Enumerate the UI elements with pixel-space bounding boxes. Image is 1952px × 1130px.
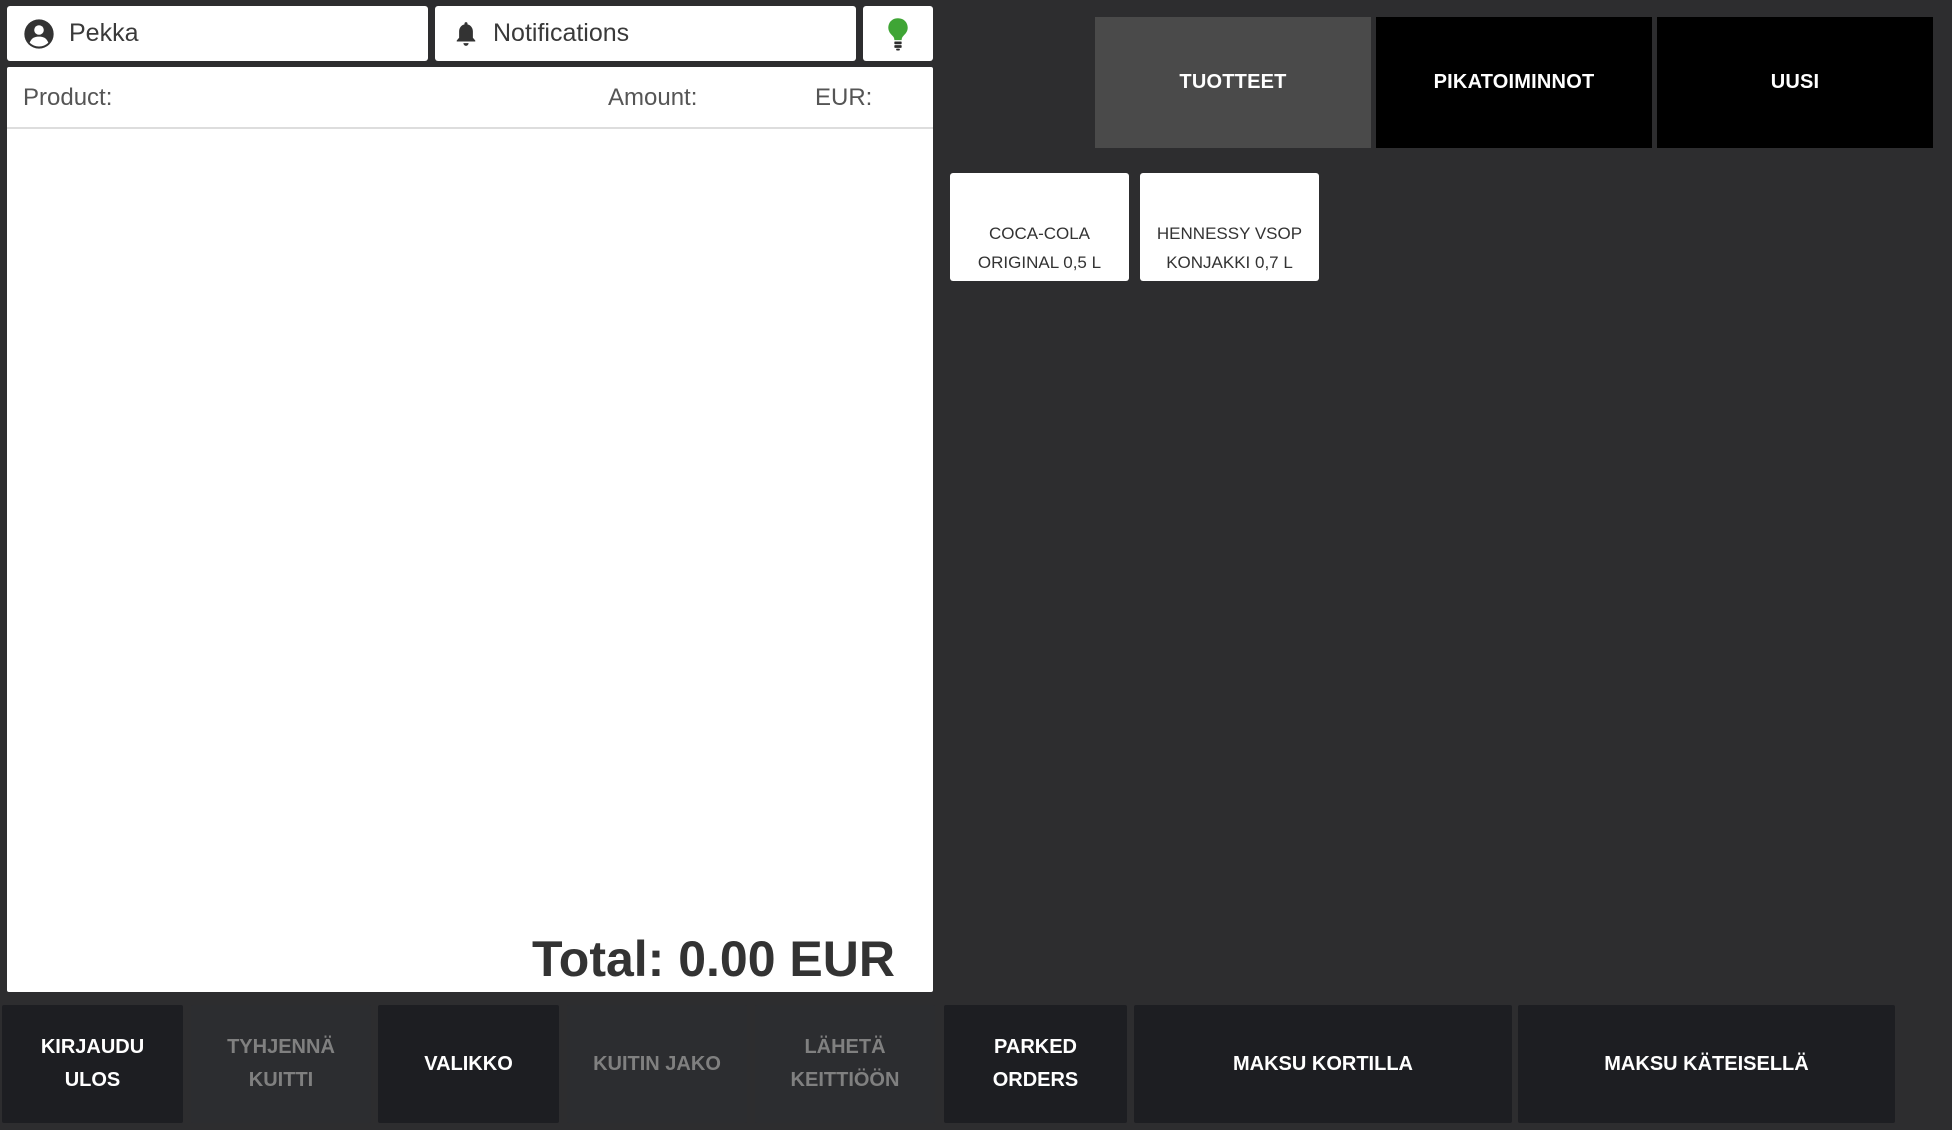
receipt-total: Total: 0.00 EUR — [531, 931, 895, 987]
receipt-panel: Product: Amount: EUR: Total: 0.00 EUR — [7, 67, 933, 992]
parked-orders-button[interactable]: PARKED ORDERS — [944, 1005, 1127, 1123]
column-product: Product: — [23, 84, 113, 111]
product-tile-hennessy[interactable]: HENNESSY VSOP KONJAKKI 0,7 L — [1140, 173, 1319, 281]
menu-button[interactable]: VALIKKO — [378, 1005, 559, 1123]
user-name: Pekka — [69, 19, 139, 47]
send-to-kitchen-button[interactable]: LÄHETÄ KEITTIÖÖN — [755, 1005, 935, 1123]
user-button[interactable]: Pekka — [7, 6, 428, 61]
lightbulb-icon — [888, 17, 908, 51]
receipt-lines-list[interactable] — [7, 131, 933, 891]
tab-uusi[interactable]: UUSI — [1657, 17, 1933, 148]
column-amount: Amount: — [608, 84, 698, 111]
status-indicator-button[interactable] — [863, 6, 933, 61]
notifications-label: Notifications — [493, 19, 630, 47]
tab-tuotteet[interactable]: TUOTTEET — [1095, 17, 1371, 148]
product-label: HENNESSY VSOP KONJAKKI 0,7 L — [1156, 224, 1303, 272]
column-eur: EUR: — [815, 84, 873, 111]
tab-pikatoiminnot[interactable]: PIKATOIMINNOT — [1376, 17, 1652, 148]
pay-by-cash-button[interactable]: MAKSU KÄTEISELLÄ — [1518, 1005, 1895, 1123]
logout-button[interactable]: KIRJAUDU ULOS — [2, 1005, 183, 1123]
product-label: COCA-COLA ORIGINAL 0,5 L — [977, 224, 1102, 272]
split-receipt-button[interactable]: KUITIN JAKO — [567, 1005, 747, 1123]
bell-icon — [456, 21, 476, 46]
receipt-header: Product: Amount: EUR: — [7, 67, 933, 129]
notifications-button[interactable]: Notifications — [435, 6, 856, 61]
product-tile-coca-cola[interactable]: COCA-COLA ORIGINAL 0,5 L — [950, 173, 1129, 281]
user-circle-icon — [24, 18, 54, 49]
clear-receipt-button[interactable]: TYHJENNÄ KUITTI — [191, 1005, 371, 1123]
pay-by-card-button[interactable]: MAKSU KORTILLA — [1134, 1005, 1512, 1123]
